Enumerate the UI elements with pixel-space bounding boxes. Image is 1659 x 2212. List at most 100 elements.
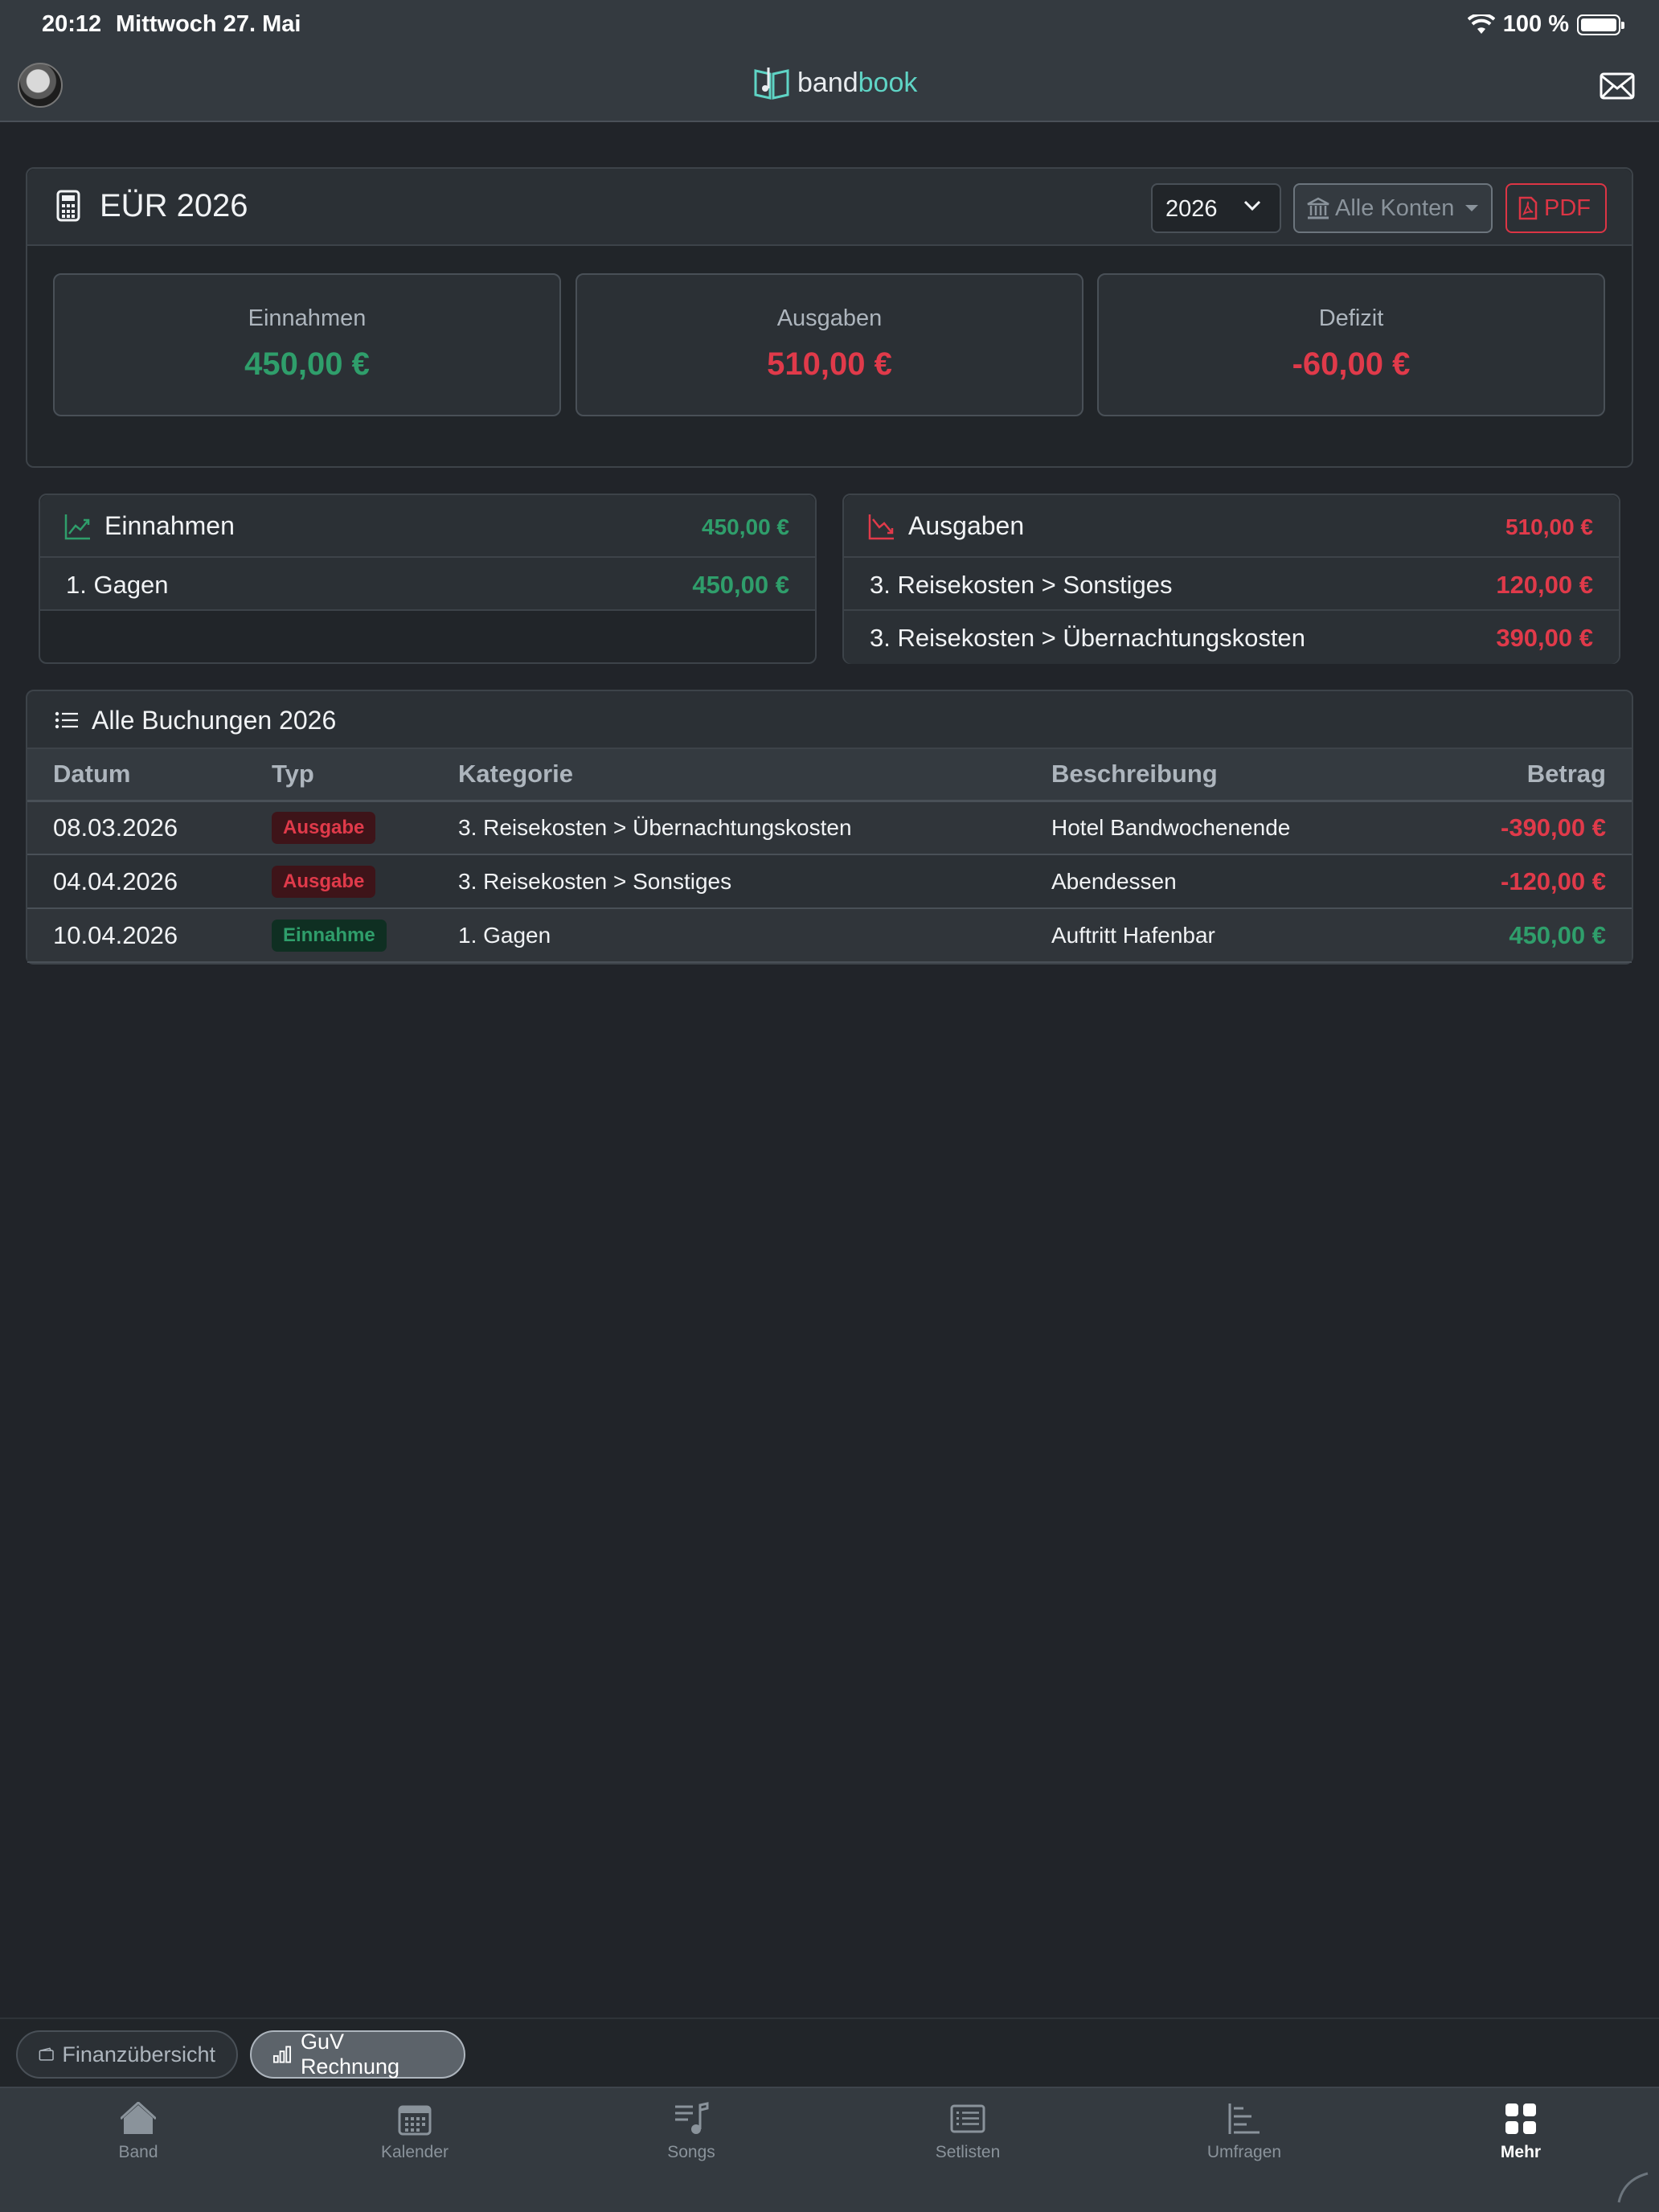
summary-expense-label: Ausgaben [776, 305, 883, 331]
expense-row-name: 3. Reisekosten > Übernachtungskosten [870, 624, 1305, 652]
app-logo: bandbook [752, 64, 917, 101]
column-header-type[interactable]: Typ [246, 749, 432, 802]
summary-deficit-box: Defizit -60,00 € [1097, 273, 1605, 416]
avatar[interactable] [18, 63, 63, 108]
summary-expense-box: Ausgaben 510,00 € [576, 273, 1083, 416]
poll-icon [1228, 2103, 1260, 2134]
brand-band: band [797, 67, 858, 98]
house-icon [121, 2102, 156, 2134]
bookings-card: Alle Buchungen 2026 Datum Typ Kategorie … [26, 690, 1633, 965]
music-list-icon [675, 2102, 709, 2134]
page-title: EÜR 2026 [100, 188, 248, 223]
year-select[interactable]: 2026 [1151, 183, 1281, 233]
tabbar-item-setlisten[interactable]: Setlisten [887, 2099, 1048, 2162]
column-header-category[interactable]: Kategorie [432, 749, 1026, 802]
trending-down-icon [868, 514, 894, 540]
list-icon [55, 711, 78, 729]
tabbar-item-label: Band [118, 2143, 158, 2161]
report-header: EÜR 2026 2026 Alle Konten PDF [27, 169, 1632, 246]
summary-income-value: 450,00 € [244, 346, 370, 382]
pdf-export-label: PDF [1544, 195, 1591, 221]
bookings-table: Datum Typ Kategorie Beschreibung Betrag … [27, 749, 1632, 963]
bookings-header: Alle Buchungen 2026 [27, 691, 1632, 749]
income-row: 1. Gagen 450,00 € [40, 558, 815, 611]
tabbar-item-umfragen[interactable]: Umfragen [1164, 2099, 1325, 2162]
income-row-amount: 450,00 € [692, 571, 789, 599]
status-date: Mittwoch 27. Mai [116, 11, 301, 37]
tabbar-item-label: Mehr [1500, 2143, 1542, 2161]
expense-row-amount: 120,00 € [1496, 571, 1593, 599]
income-card-header: Einnahmen 450,00 € [40, 495, 815, 558]
tabbar-item-label: Umfragen [1206, 2143, 1282, 2161]
summary-deficit-label: Defizit [1318, 305, 1384, 331]
income-row-name: 1. Gagen [66, 571, 169, 599]
chevron-down-icon [1243, 200, 1261, 211]
mail-icon[interactable] [1600, 72, 1635, 100]
tabbar-item-kalender[interactable]: Kalender [334, 2099, 495, 2162]
accounts-filter-label: Alle Konten [1335, 195, 1455, 221]
bank-icon [1307, 197, 1329, 219]
column-header-amount[interactable]: Betrag [1406, 749, 1632, 802]
tab-finanzuebersicht-label: Finanzübersicht [62, 2042, 215, 2067]
pdf-file-icon [1518, 196, 1538, 220]
table-row[interactable]: 10.04.2026 Einnahme 1. Gagen Auftritt Ha… [27, 908, 1632, 963]
booking-amount: 450,00 € [1406, 908, 1632, 963]
caret-down-icon [1465, 205, 1479, 211]
bookings-title: Alle Buchungen 2026 [92, 706, 337, 735]
tabbar-item-label: Setlisten [935, 2143, 1001, 2161]
summary-income-box: Einnahmen 450,00 € [53, 273, 561, 416]
bookings-table-header: Datum Typ Kategorie Beschreibung Betrag [27, 749, 1632, 802]
summary-deficit-value: -60,00 € [1292, 346, 1411, 382]
tabbar-item-label: Kalender [380, 2143, 449, 2161]
summary-income-label: Einnahmen [248, 305, 367, 331]
status-right: 100 % [1467, 11, 1624, 38]
tabbar-item-band[interactable]: Band [58, 2099, 219, 2162]
pdf-export-button[interactable]: PDF [1505, 183, 1607, 233]
finance-subtabs: Finanzübersicht GuV Rechnung [0, 2017, 1659, 2087]
booking-description: Abendessen [1026, 854, 1407, 909]
booking-amount: -390,00 € [1406, 801, 1632, 855]
tabbar-item-songs[interactable]: Songs [611, 2099, 772, 2162]
wifi-icon [1467, 14, 1495, 34]
table-row[interactable]: 04.04.2026 Ausgabe 3. Reisekosten > Sons… [27, 854, 1632, 909]
report-card: EÜR 2026 2026 Alle Konten PDF Einnahmen … [26, 167, 1633, 468]
tab-guv-rechnung-label: GuV Rechnung [300, 2030, 400, 2079]
status-time: 20:12 [42, 11, 102, 37]
booking-type-cell: Ausgabe [246, 854, 432, 909]
booking-category: 1. Gagen [432, 908, 1026, 963]
table-row[interactable]: 08.03.2026 Ausgabe 3. Reisekosten > Über… [27, 801, 1632, 855]
column-header-description[interactable]: Beschreibung [1026, 749, 1407, 802]
bottom-tabbar: Band Kalender Songs Setlisten Umfragen M… [0, 2087, 1659, 2212]
bandbook-logo-icon [754, 68, 789, 100]
expense-row: 3. Reisekosten > Übernachtungskosten 390… [844, 611, 1619, 664]
expense-card: Ausgaben 510,00 € 3. Reisekosten > Sonst… [842, 494, 1620, 664]
income-card-total: 450,00 € [702, 514, 789, 539]
summary-expense-value: 510,00 € [767, 346, 892, 382]
tab-finanzuebersicht[interactable]: Finanzübersicht [16, 2030, 238, 2079]
booking-type-badge: Ausgabe [272, 811, 376, 844]
booking-description: Auftritt Hafenbar [1026, 908, 1407, 963]
resize-corner-icon [1617, 2172, 1649, 2203]
tabbar-item-mehr[interactable]: Mehr [1440, 2099, 1601, 2162]
tab-guv-rechnung[interactable]: GuV Rechnung [250, 2030, 465, 2079]
booking-date: 10.04.2026 [27, 908, 246, 963]
calculator-icon [56, 190, 80, 222]
booking-type-badge: Einnahme [272, 919, 387, 952]
list-icon [950, 2104, 985, 2133]
accounts-filter-button[interactable]: Alle Konten [1293, 183, 1493, 233]
booking-amount: -120,00 € [1406, 854, 1632, 909]
year-select-value: 2026 [1165, 196, 1218, 222]
income-card-title: Einnahmen [104, 511, 235, 540]
booking-date: 08.03.2026 [27, 801, 246, 855]
booking-description: Hotel Bandwochenende [1026, 801, 1407, 855]
booking-type-cell: Ausgabe [246, 801, 432, 855]
brand-book: book [858, 67, 918, 98]
battery-icon [1577, 14, 1624, 35]
booking-type-badge: Ausgabe [272, 865, 376, 898]
wallet-icon [39, 2047, 54, 2061]
top-navbar: bandbook [0, 51, 1659, 122]
bar-chart-icon [272, 2046, 292, 2063]
grid-icon [1505, 2103, 1536, 2134]
booking-category: 3. Reisekosten > Übernachtungskosten [432, 801, 1026, 855]
column-header-date[interactable]: Datum [27, 749, 246, 802]
